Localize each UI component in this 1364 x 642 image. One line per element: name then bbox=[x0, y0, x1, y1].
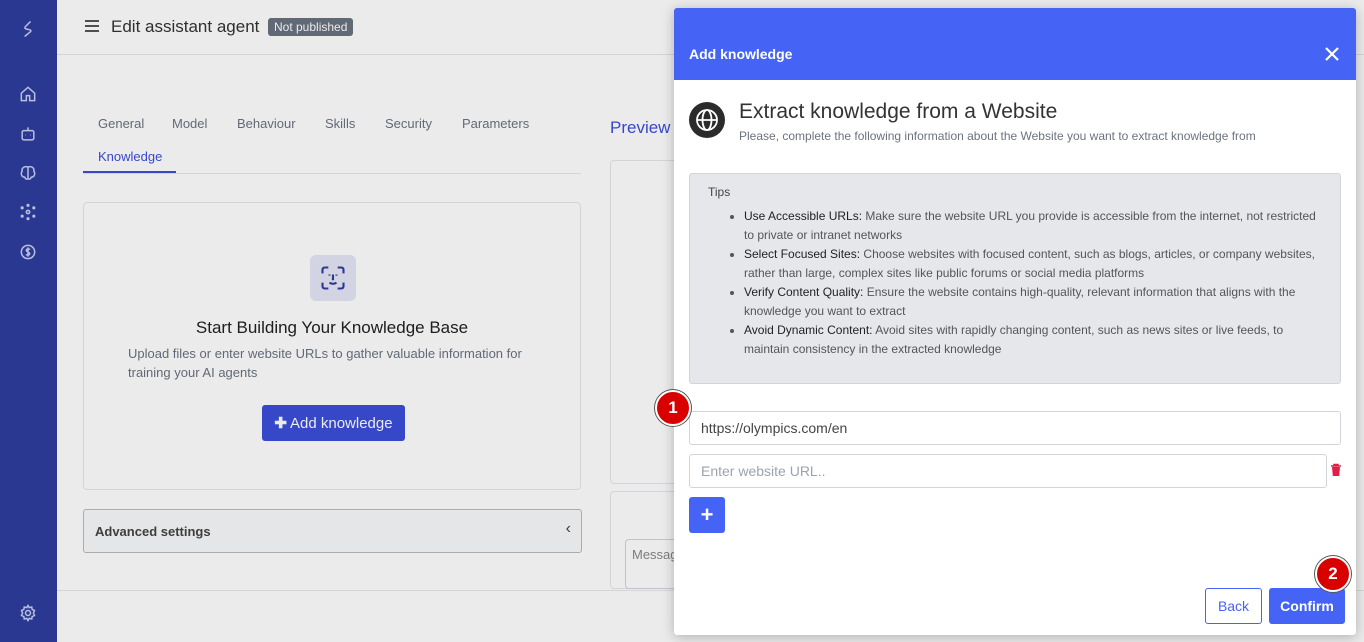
tip-item: Use Accessible URLs: Make sure the websi… bbox=[744, 207, 1324, 245]
step-marker-2: 2 bbox=[1315, 556, 1351, 592]
add-knowledge-modal: Add knowledge Extract knowledge from a W… bbox=[674, 8, 1356, 635]
tips-box: Tips Use Accessible URLs: Make sure the … bbox=[689, 173, 1341, 384]
modal-title: Extract knowledge from a Website bbox=[739, 100, 1058, 123]
modal-subtitle: Please, complete the following informati… bbox=[739, 129, 1256, 143]
globe-icon bbox=[689, 102, 725, 138]
trash-icon[interactable] bbox=[1330, 463, 1342, 477]
tips-list: Use Accessible URLs: Make sure the websi… bbox=[744, 207, 1324, 359]
back-button[interactable]: Back bbox=[1205, 588, 1262, 624]
website-url-input[interactable]: https://olympics.com/en bbox=[689, 411, 1341, 445]
confirm-button[interactable]: Confirm bbox=[1269, 588, 1345, 624]
tip-item: Avoid Dynamic Content: Avoid sites with … bbox=[744, 321, 1324, 359]
add-url-button[interactable]: + bbox=[689, 497, 725, 533]
tip-item: Verify Content Quality: Ensure the websi… bbox=[744, 283, 1324, 321]
tip-heading: Verify Content Quality: bbox=[744, 285, 864, 299]
tip-item: Select Focused Sites: Choose websites wi… bbox=[744, 245, 1324, 283]
website-url-input-empty[interactable]: Enter website URL.. bbox=[689, 454, 1327, 488]
tip-heading: Use Accessible URLs: bbox=[744, 209, 863, 223]
modal-header-title: Add knowledge bbox=[689, 46, 793, 62]
tip-heading: Select Focused Sites: bbox=[744, 247, 861, 261]
modal-header: Add knowledge bbox=[674, 8, 1356, 80]
tips-title: Tips bbox=[708, 185, 731, 199]
tip-heading: Avoid Dynamic Content: bbox=[744, 323, 873, 337]
close-icon[interactable] bbox=[1324, 46, 1340, 62]
step-marker-1: 1 bbox=[655, 390, 691, 426]
